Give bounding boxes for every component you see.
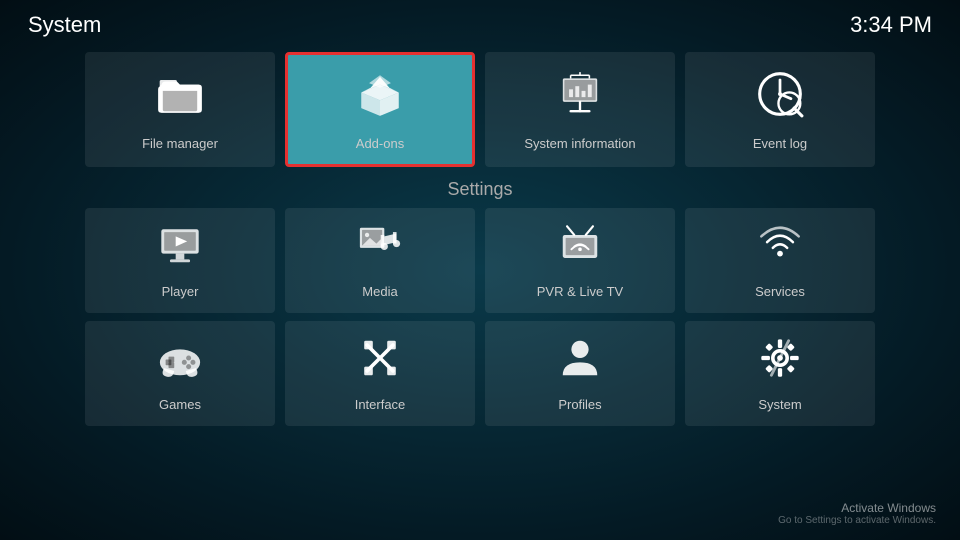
app-title: System [28,12,101,38]
tile-profiles[interactable]: Profiles [485,321,675,426]
header: System 3:34 PM [0,0,960,46]
profiles-label: Profiles [558,397,601,412]
media-label: Media [362,284,397,299]
pvr-live-tv-icon [557,222,603,278]
services-label: Services [755,284,805,299]
add-ons-icon [355,69,405,130]
tile-file-manager[interactable]: File manager [85,52,275,167]
clock: 3:34 PM [850,12,932,38]
profiles-icon [557,335,603,391]
event-log-icon [755,69,805,130]
system-icon [757,335,803,391]
event-log-label: Event log [753,136,807,151]
tile-services[interactable]: Services [685,208,875,313]
tile-player[interactable]: Player [85,208,275,313]
watermark: Activate Windows Go to Settings to activ… [778,501,936,526]
player-label: Player [162,284,199,299]
tile-games[interactable]: Games [85,321,275,426]
interface-icon [357,335,403,391]
tile-event-log[interactable]: Event log [685,52,875,167]
services-icon [757,222,803,278]
settings-section-title: Settings [0,179,960,200]
player-icon [157,222,203,278]
tile-system-information[interactable]: System information [485,52,675,167]
tile-system[interactable]: System [685,321,875,426]
settings-row-1: Player Media [0,208,960,313]
games-icon [157,335,203,391]
pvr-live-tv-label: PVR & Live TV [537,284,623,299]
system-information-label: System information [524,136,635,151]
add-ons-label: Add-ons [356,136,404,151]
top-row: File manager Add-ons [0,52,960,167]
file-manager-label: File manager [142,136,218,151]
file-manager-icon [155,69,205,130]
interface-label: Interface [355,397,406,412]
tile-add-ons[interactable]: Add-ons [285,52,475,167]
media-icon [357,222,403,278]
tile-interface[interactable]: Interface [285,321,475,426]
system-label: System [758,397,801,412]
tile-pvr-live-tv[interactable]: PVR & Live TV [485,208,675,313]
settings-row-2: Games Interface Profiles [0,321,960,426]
games-label: Games [159,397,201,412]
tile-media[interactable]: Media [285,208,475,313]
system-information-icon [555,69,605,130]
watermark-subtitle: Go to Settings to activate Windows. [778,515,936,526]
watermark-title: Activate Windows [778,501,936,515]
